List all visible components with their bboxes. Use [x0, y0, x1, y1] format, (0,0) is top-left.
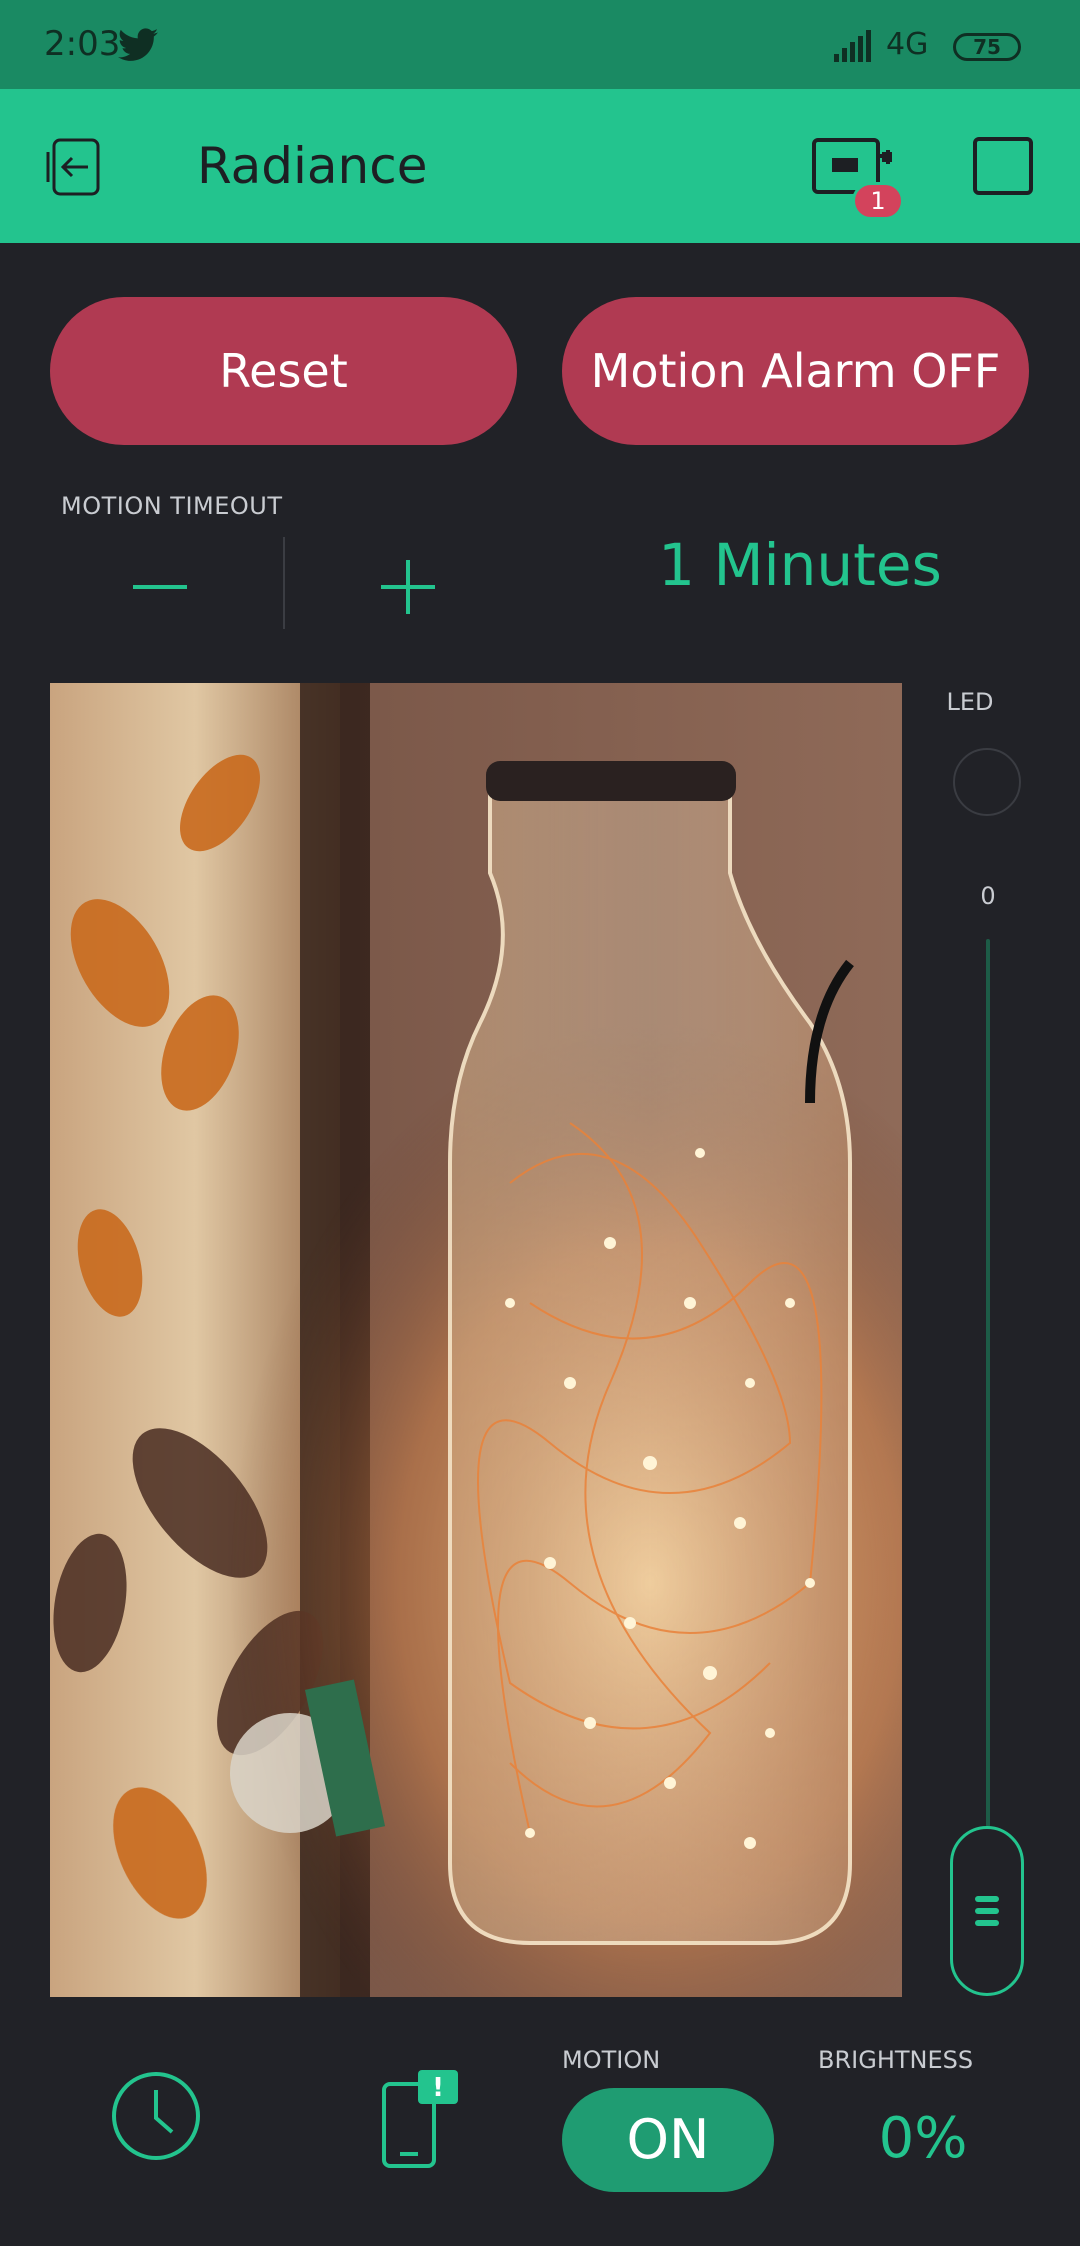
- battery-indicator: 75: [953, 33, 1021, 61]
- svg-text:!: !: [432, 2073, 444, 2103]
- vertical-slider-track[interactable]: [986, 939, 990, 1827]
- app-bar: [0, 89, 1080, 243]
- stop-button[interactable]: [973, 137, 1033, 195]
- device-badge: 1: [852, 182, 904, 220]
- lamp-photo: [50, 683, 902, 1997]
- notification-icon[interactable]: !: [378, 2068, 460, 2168]
- network-type: 4G: [886, 27, 929, 62]
- step-divider: [283, 537, 285, 629]
- brightness-label: BRIGHTNESS: [818, 2046, 974, 2074]
- brightness-value: 0%: [878, 2106, 968, 2171]
- plus-button[interactable]: [348, 540, 468, 630]
- led-label: LED: [946, 688, 994, 716]
- signal-icon: [834, 30, 871, 62]
- grip-icon: [975, 1896, 999, 1926]
- back-icon[interactable]: [44, 136, 110, 198]
- slider-value: 0: [980, 882, 996, 910]
- motion-timeout-value: 1 Minutes: [658, 531, 942, 599]
- twitter-icon: [118, 28, 158, 61]
- motion-toggle-button[interactable]: ON: [562, 2088, 774, 2192]
- motion-label: MOTION: [562, 2046, 661, 2074]
- status-time: 2:03: [44, 24, 121, 64]
- led-indicator: [953, 748, 1021, 816]
- reset-button[interactable]: Reset: [50, 297, 517, 445]
- clock-icon[interactable]: [110, 2070, 202, 2162]
- minus-button[interactable]: [100, 540, 220, 630]
- motion-alarm-button[interactable]: Motion Alarm OFF: [562, 297, 1029, 445]
- app-title: Radiance: [197, 137, 428, 195]
- motion-timeout-label: MOTION TIMEOUT: [61, 492, 283, 520]
